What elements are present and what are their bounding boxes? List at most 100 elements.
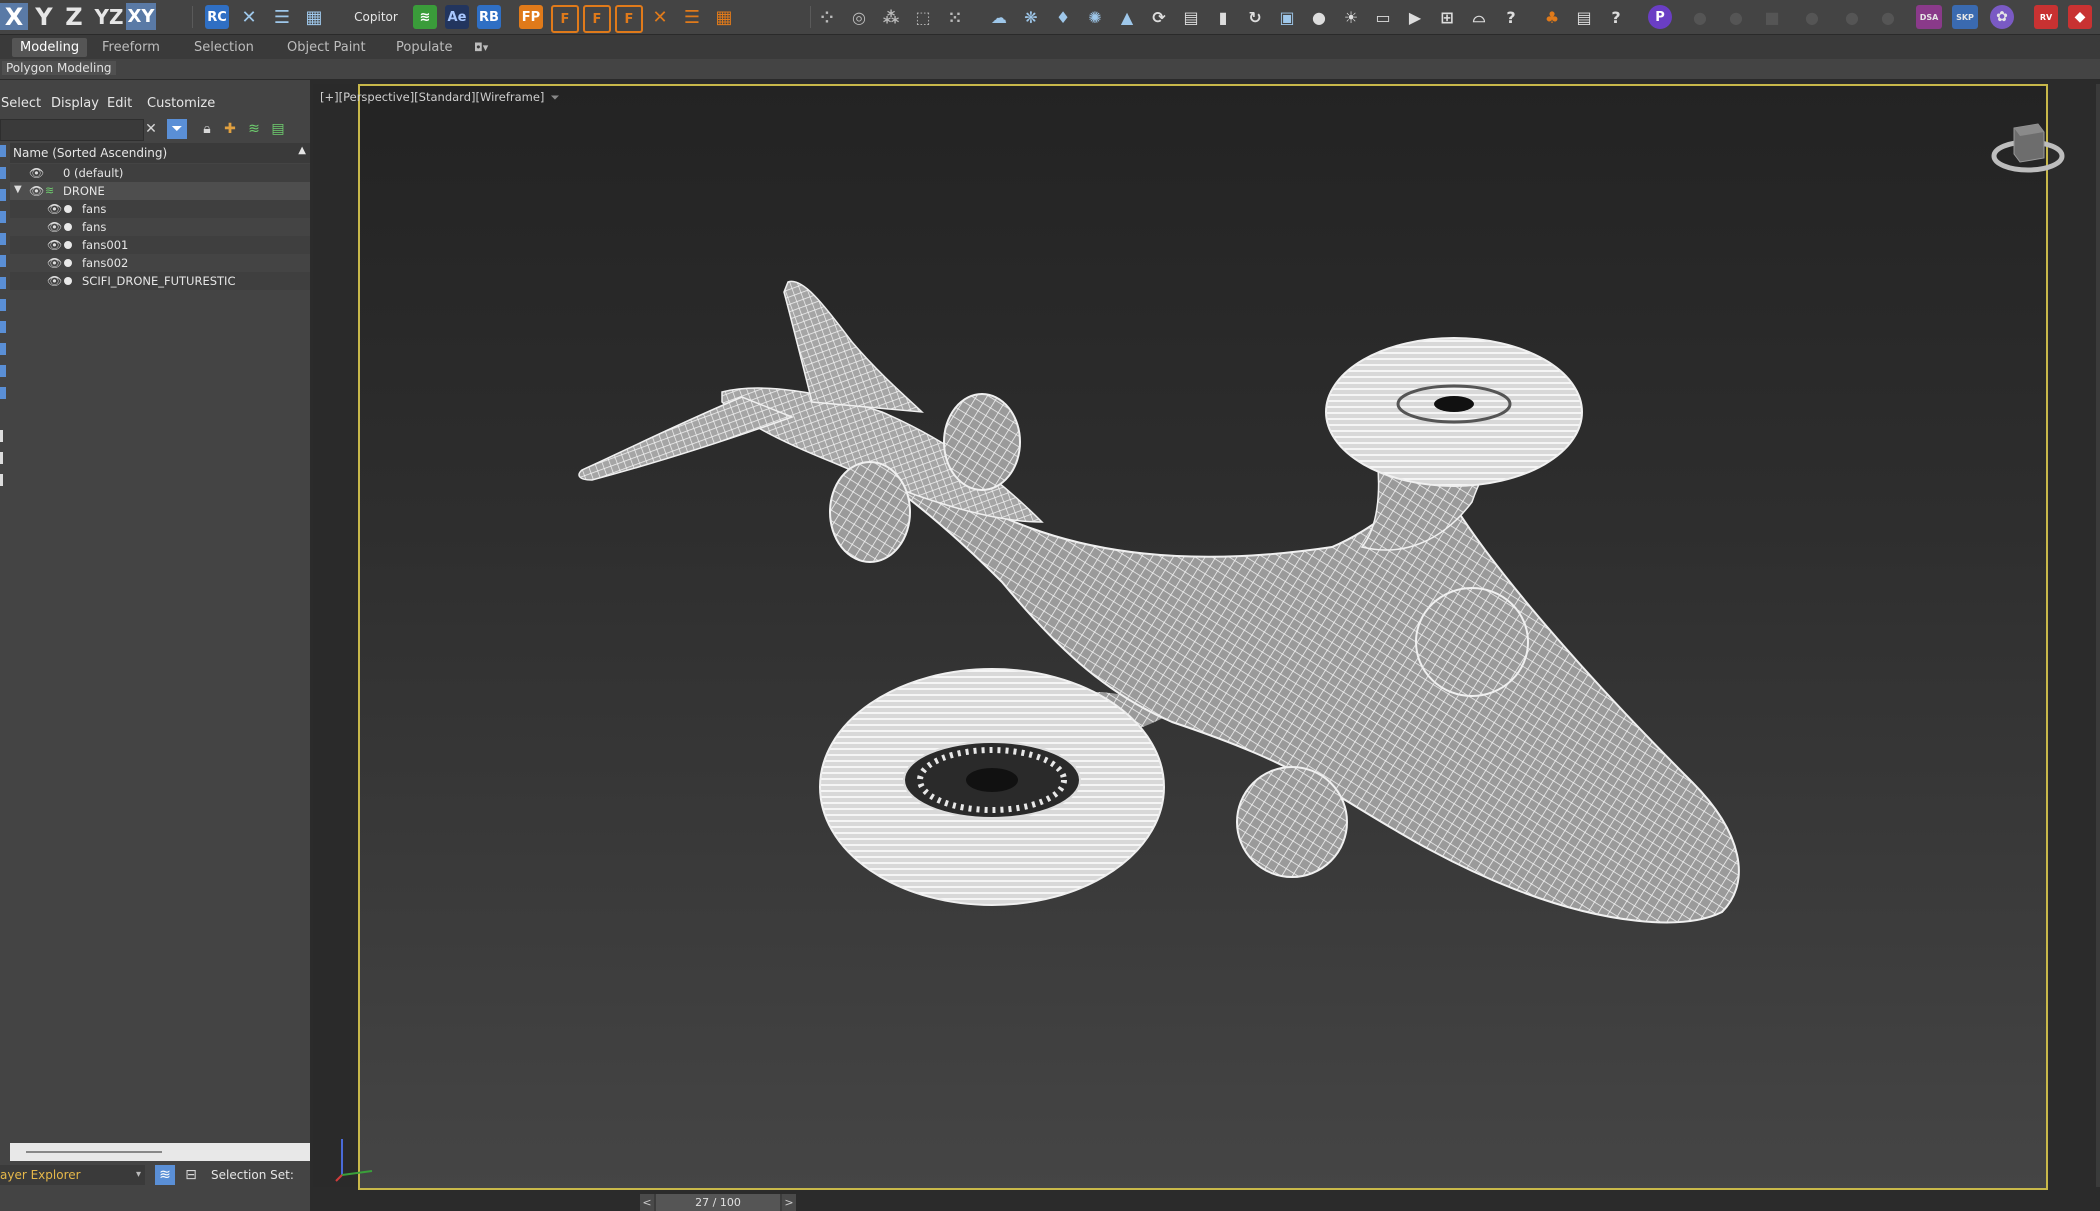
axis-x-button[interactable]: X [0,3,28,31]
disabled-icon-3[interactable]: ● [1800,5,1824,29]
disabled-icon-1[interactable]: ● [1688,5,1712,29]
strip-tool-icon[interactable] [0,255,6,267]
axis-xy-button[interactable]: XY [126,3,156,30]
dsa-plugin-icon[interactable]: DSA [1916,5,1942,29]
orange-grid-icon[interactable]: ▦ [712,5,736,29]
notes-icon[interactable]: ▤ [1572,5,1596,29]
viewport-label[interactable]: [+][Perspective][Standard][Wireframe] [320,90,544,104]
viewport-filter-icon[interactable]: ⏷ [550,90,559,104]
f-plugin-button-1[interactable]: F [551,5,579,33]
selection-set-icon[interactable]: ⊟ [181,1165,201,1185]
strip-tool-icon[interactable] [0,211,6,223]
f-plugin-button-3[interactable]: F [615,5,643,33]
rotate-icon[interactable]: ↻ [1243,5,1267,29]
visibility-eye-icon[interactable]: 👁︎ [47,202,62,216]
tab-object-paint[interactable]: Object Paint [279,38,374,57]
axis-z-button[interactable]: Z [60,3,88,31]
wrench-icon[interactable]: ✕ [648,5,672,29]
visibility-eye-icon[interactable]: 👁︎ [29,184,44,198]
scrollbar-thumb[interactable] [26,1151,162,1153]
render-icon[interactable]: ▣ [1275,5,1299,29]
scatter-icon[interactable]: ⁂ [879,5,903,29]
hat-icon[interactable]: ⌓ [1467,5,1491,29]
settings-gear-icon[interactable]: ✿ [1990,5,2014,29]
tree-row-drone-layer[interactable]: ▼ 👁︎ ≋ DRONE [10,182,310,200]
visibility-eye-icon[interactable]: 👁︎ [47,256,62,270]
visibility-eye-icon[interactable]: 👁︎ [29,166,44,180]
clear-search-icon[interactable]: ✕ [141,119,161,139]
strip-tool-icon[interactable] [0,343,6,355]
hierarchy-icon[interactable]: ▤ [268,119,288,139]
ribbon-options-icon[interactable]: ◘▾ [466,38,496,57]
fluid-icon[interactable]: ☁ [987,5,1011,29]
grid-icon[interactable]: ▦ [302,5,326,29]
orbit-icon[interactable]: ◎ [847,5,871,29]
snap-icon[interactable]: ⁙ [943,5,967,29]
strip-tool-icon[interactable] [0,233,6,245]
viewport-label-menu[interactable]: [+][Perspective][Standard][Wireframe] ⏷ [320,90,560,105]
visibility-eye-icon[interactable]: 👁︎ [47,220,62,234]
tree-row-object[interactable]: 👁︎ SCIFI_DRONE_FUTURESTIC [10,272,310,290]
explorer-column-header[interactable]: Name (Sorted Ascending) ▲ [10,143,310,163]
add-layer-icon[interactable]: ✚ [220,119,240,139]
menu-edit[interactable]: Edit [107,96,132,111]
tab-freeform[interactable]: Freeform [94,38,168,57]
viewport-layout-icon[interactable]: ⊞ [1435,5,1459,29]
copitor-button[interactable]: Copitor [352,3,400,30]
disabled-icon-4[interactable]: ● [1840,5,1864,29]
bulb-icon[interactable]: ☀ [1339,5,1363,29]
frame-icon[interactable]: ▭ [1371,5,1395,29]
menu-customize[interactable]: Customize [147,96,215,111]
strip-tool-icon[interactable] [0,277,6,289]
next-frame-button[interactable]: > [782,1194,796,1211]
visibility-eye-icon[interactable]: 👁︎ [47,238,62,252]
orange-list-icon[interactable]: ☰ [680,5,704,29]
info-icon[interactable]: ? [1604,5,1628,29]
lock-icon[interactable]: 🔒︎ [197,119,217,139]
p-plugin-icon[interactable]: P [1648,5,1672,29]
viewcube-navigation[interactable] [1990,116,2066,182]
strip-tool-icon[interactable] [0,321,6,333]
tab-modeling[interactable]: Modeling [12,38,88,57]
explorer-mode-dropdown[interactable]: ayer Explorer ▾ [0,1165,145,1185]
list-icon[interactable]: ☰ [270,5,294,29]
tools-icon[interactable]: ✕ [237,5,261,29]
disabled-icon-2[interactable]: ● [1724,5,1748,29]
layer-stack-icon[interactable]: ≋ [244,119,264,139]
strip-tool-icon[interactable] [0,167,6,179]
ae-plugin-button[interactable]: Ae [445,5,469,29]
expand-arrow-icon[interactable]: ▼ [14,184,22,195]
strip-tool-icon[interactable] [0,299,6,311]
time-slider[interactable]: < 27 / 100 > [640,1194,796,1211]
fp-plugin-button[interactable]: FP [519,5,543,29]
dots-icon[interactable]: ⁘ [815,5,839,29]
tab-selection[interactable]: Selection [186,38,262,57]
strip-tool-icon[interactable] [0,452,3,464]
rv-plugin-icon[interactable]: RV [2034,5,2058,29]
perspective-viewport[interactable] [358,84,2048,1190]
drone-wireframe-model[interactable] [360,86,2046,1188]
tree-row-object[interactable]: 👁︎ fans002 [10,254,310,272]
rc-plugin-button[interactable]: RC [205,5,229,29]
tab-populate[interactable]: Populate [388,38,461,57]
strip-tool-icon[interactable] [0,365,6,377]
menu-display[interactable]: Display [51,96,99,111]
prev-frame-button[interactable]: < [640,1194,654,1211]
axis-yz-button[interactable]: YZ [92,3,126,30]
strip-tool-icon[interactable] [0,474,3,486]
red-cube-icon[interactable]: ◆ [2068,5,2092,29]
sun-icon[interactable]: ✺ [1083,5,1107,29]
explorer-search-input[interactable] [0,119,144,141]
select-icon[interactable]: ⬚ [911,5,935,29]
axis-y-button[interactable]: Y [30,3,58,31]
explorer-horizontal-scrollbar[interactable] [10,1143,310,1161]
light-icon[interactable]: ♦ [1051,5,1075,29]
bookmark-icon[interactable]: ▮ [1211,5,1235,29]
disabled-icon-5[interactable]: ● [1876,5,1900,29]
layer-explorer-icon[interactable]: ≋ [155,1165,175,1185]
skp-plugin-icon[interactable]: SKP [1952,5,1978,29]
visibility-eye-icon[interactable]: 👁︎ [47,274,62,288]
help-icon[interactable]: ? [1499,5,1523,29]
film-icon[interactable]: ▶ [1403,5,1427,29]
f-plugin-button-2[interactable]: F [583,5,611,33]
